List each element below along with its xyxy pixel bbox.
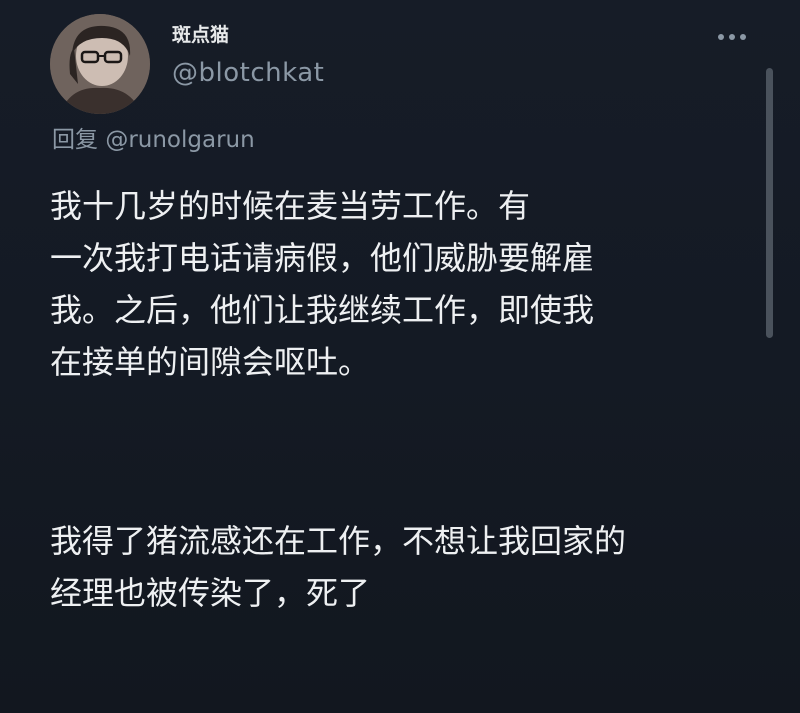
tweet-body-paragraph-2: 我得了猪流感还在工作，不想让我回家的 经理也被传染了，死了: [50, 515, 750, 619]
avatar[interactable]: [50, 14, 150, 114]
author-display-name[interactable]: 斑点猫: [172, 20, 229, 47]
tweet-line: 我。之后，他们让我继续工作，即使我: [50, 291, 595, 329]
tweet-line: 我得了猪流感还在工作，不想让我回家的: [50, 522, 627, 560]
author-handle[interactable]: @blotchkat: [172, 58, 324, 88]
tweet-line: 经理也被传染了，死了: [50, 574, 371, 612]
avatar-photo-icon: [50, 14, 150, 114]
reply-prefix: 回复: [52, 127, 98, 153]
more-options-button[interactable]: [712, 22, 752, 52]
more-horizontal-icon: [718, 34, 724, 40]
tweet-line: 我十几岁的时候在麦当劳工作。有: [50, 187, 531, 225]
reply-context: 回复 @runolgarun: [52, 120, 255, 154]
scrollbar[interactable]: [766, 68, 773, 338]
more-horizontal-icon: [729, 34, 735, 40]
reply-mention-link[interactable]: @runolgarun: [105, 127, 254, 153]
tweet-screen: 斑点猫 @blotchkat 回复 @runolgarun 我十几岁的时候在麦当…: [0, 0, 800, 713]
tweet-line: 一次我打电话请病假，他们威胁要解雇: [50, 239, 595, 277]
tweet-body-paragraph-1: 我十几岁的时候在麦当劳工作。有 一次我打电话请病假，他们威胁要解雇 我。之后，他…: [50, 180, 750, 388]
tweet-line: 在接单的间隙会呕吐。: [50, 343, 371, 381]
more-horizontal-icon: [740, 34, 746, 40]
